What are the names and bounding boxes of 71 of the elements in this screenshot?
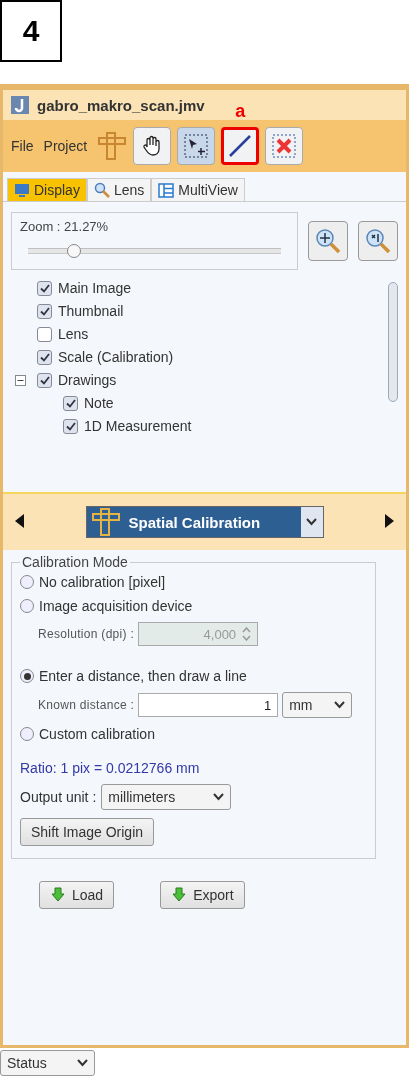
distance-field[interactable]: 1	[138, 693, 279, 717]
zoom-fit-button[interactable]	[308, 221, 348, 261]
download-icon	[171, 887, 188, 903]
tab[interactable]: Lens	[86, 178, 152, 201]
right-triangle-icon	[385, 513, 394, 528]
app-logo-icon	[11, 96, 29, 114]
shift-origin-button[interactable]: Shift Image Origin	[20, 818, 155, 846]
tool-button[interactable]	[133, 127, 172, 165]
menu-item[interactable]: Project	[43, 138, 88, 154]
zoom-fit-icon	[314, 227, 342, 255]
slider-thumb[interactable]	[66, 244, 81, 258]
menu-item[interactable]: File	[11, 138, 34, 154]
radio-button[interactable]	[20, 669, 34, 683]
tab[interactable]: MultiView	[151, 178, 245, 201]
field-label: Output unit :	[20, 789, 97, 805]
zoom-actual-icon	[364, 227, 392, 255]
window-title: gabro_makro_scan.jmv	[37, 96, 205, 114]
field-label: Resolution (dpi) :	[38, 627, 135, 641]
delete-icon	[271, 133, 298, 159]
tab[interactable]: Display	[7, 178, 87, 201]
figure-label: 4	[0, 0, 62, 62]
magnifier-icon	[93, 182, 110, 198]
radio-button[interactable]	[20, 599, 34, 613]
annotation-label: a	[234, 101, 247, 122]
ruler-icon	[97, 131, 128, 161]
option-label: Custom calibration	[39, 726, 155, 742]
group-title: Calibration Mode	[21, 554, 129, 570]
layer-label: 1D Measurement	[84, 418, 192, 434]
tool-button[interactable]	[221, 127, 260, 165]
layer-label: Thumbnail	[58, 303, 124, 319]
zoom-label: Zoom : 21.27%	[20, 219, 109, 234]
checkbox[interactable]	[37, 372, 52, 388]
checkbox[interactable]	[63, 395, 78, 411]
unit-dropdown[interactable]: mm	[282, 692, 353, 718]
layer-label: Drawings	[58, 372, 117, 388]
action-button[interactable]: Load	[39, 881, 115, 909]
module-dropdown[interactable]: Spatial Calibration	[85, 506, 324, 538]
output-unit-dropdown[interactable]: millimeters	[101, 784, 232, 810]
left-triangle-icon	[15, 513, 24, 528]
chevron-icon	[306, 518, 317, 526]
chevron-icon	[334, 701, 346, 709]
option-label: Image acquisition device	[39, 598, 193, 614]
layer-label: Lens	[58, 326, 89, 342]
action-button[interactable]: Export	[160, 881, 245, 909]
layer-label: Main Image	[58, 280, 132, 296]
status-dropdown[interactable]: Status	[0, 1050, 95, 1076]
panels-icon	[158, 182, 175, 198]
checkbox[interactable]	[37, 303, 52, 319]
checkbox[interactable]	[63, 418, 78, 434]
checkbox[interactable]	[37, 326, 52, 342]
zoom-actual-button[interactable]	[358, 221, 398, 261]
ratio-text: Ratio: 1 pix = 0.0212766 mm	[20, 760, 201, 776]
option-label: No calibration [pixel]	[39, 574, 166, 590]
checkbox[interactable]	[37, 280, 52, 296]
tool-button[interactable]	[177, 127, 216, 165]
ruler-icon	[90, 507, 121, 537]
layer-label: Note	[84, 395, 114, 411]
option-label: Enter a distance, then draw a line	[39, 668, 247, 684]
checkbox[interactable]	[37, 349, 52, 365]
collapse-icon[interactable]	[15, 374, 26, 386]
scrollbar[interactable]	[388, 282, 398, 402]
monitor-icon	[14, 182, 30, 198]
chevron-icon	[77, 1059, 88, 1067]
line-icon	[227, 133, 254, 159]
radio-button[interactable]	[20, 575, 34, 589]
radio-button[interactable]	[20, 727, 34, 741]
download-icon	[50, 887, 66, 903]
layer-label: Scale (Calibration)	[58, 349, 174, 365]
field-label: Known distance :	[38, 698, 135, 712]
chevron-icon	[213, 793, 225, 801]
select-icon	[183, 133, 210, 159]
